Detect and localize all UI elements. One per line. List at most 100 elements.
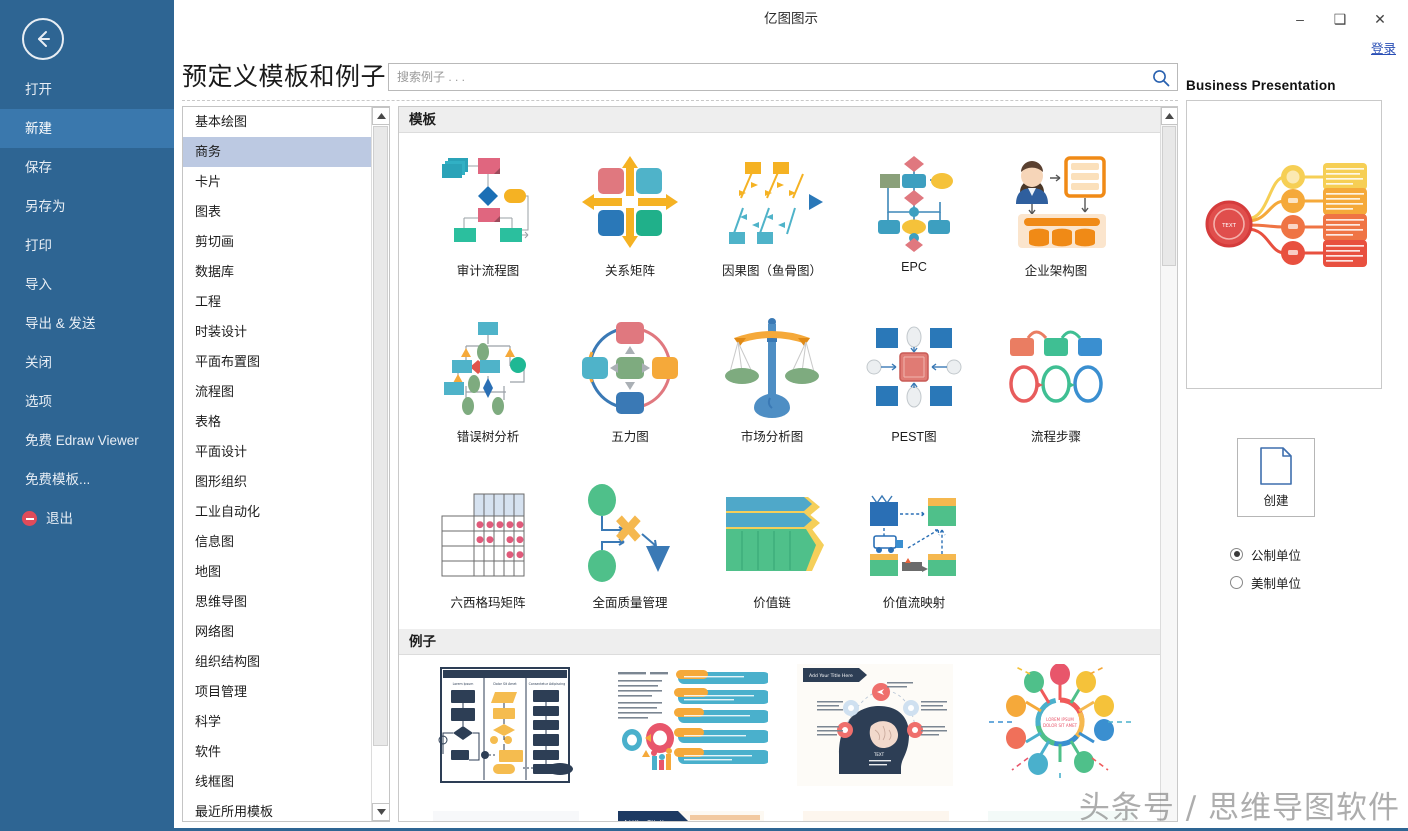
category-item[interactable]: 网络图 (183, 617, 372, 647)
template-label: 企业架构图 (1024, 264, 1088, 278)
category-panel: 基本绘图 商务 卡片 图表 剪切画 数据库 工程 时装设计 平面布置图 流程图 表格 平面设计 图形组织… (182, 106, 390, 822)
minimize-button[interactable]: – (1280, 4, 1320, 34)
category-item[interactable]: 项目管理 (183, 677, 372, 707)
template-card[interactable]: 五力图 (559, 308, 701, 474)
category-item[interactable]: 最近所用模板 (183, 797, 372, 821)
unit-us-option[interactable]: 美制单位 (1230, 568, 1301, 596)
example-thumbnail-partial: Add Your Title Here (982, 809, 1140, 821)
category-scroll-down-button[interactable] (372, 803, 389, 821)
sidebar-item-new[interactable]: 新建 (0, 109, 174, 148)
template-label: 六西格玛矩阵 (450, 596, 526, 610)
category-item[interactable]: 流程图 (183, 377, 372, 407)
template-card[interactable]: 全面质量管理 (559, 474, 701, 640)
example-card[interactable]: Lorem Ipsum Dolor Sit Amet Consectetur Adi… (417, 656, 602, 801)
search-box[interactable] (388, 63, 1178, 91)
svg-text:Add Your Title Here: Add Your Title Here (809, 673, 853, 679)
maximize-button[interactable]: ❑ (1320, 4, 1360, 34)
fault-tree-icon (433, 314, 543, 422)
sidebar-item-open[interactable]: 打开 (0, 70, 174, 109)
sidebar-item-quit[interactable]: 退出 (0, 499, 174, 538)
search-icon[interactable] (1151, 68, 1171, 88)
category-item[interactable]: 卡片 (183, 167, 372, 197)
unit-radio-group: 公制单位 美制单位 (1230, 540, 1301, 596)
example-card[interactable]: Add Your Title Here (417, 801, 602, 821)
new-document-icon (1260, 447, 1292, 485)
category-scroll-thumb[interactable] (373, 126, 388, 746)
sidebar-item-options[interactable]: 选项 (0, 382, 174, 421)
category-item[interactable]: 时装设计 (183, 317, 372, 347)
template-card[interactable]: 错误树分析 (417, 308, 559, 474)
category-item[interactable]: 剪切画 (183, 227, 372, 257)
category-item[interactable]: 线框图 (183, 767, 372, 797)
sidebar-item-save-as[interactable]: 另存为 (0, 187, 174, 226)
category-item[interactable]: 平面布置图 (183, 347, 372, 377)
sidebar-item-export-send[interactable]: 导出 & 发送 (0, 304, 174, 343)
category-item[interactable]: 图表 (183, 197, 372, 227)
template-card[interactable]: 价值链 (701, 474, 843, 640)
main-scroll-thumb[interactable] (1162, 126, 1176, 266)
sidebar-item-close[interactable]: 关闭 (0, 343, 174, 382)
template-card[interactable]: 关系矩阵 (559, 142, 701, 308)
template-label: 价值流映射 (882, 596, 946, 610)
unit-metric-option[interactable]: 公制单位 (1230, 540, 1301, 568)
sidebar-item-import[interactable]: 导入 (0, 265, 174, 304)
category-scroll-up-button[interactable] (372, 107, 389, 125)
example-card[interactable]: LOREM IPSUM DOLOR SIT AMET (972, 656, 1157, 801)
sidebar-item-print[interactable]: 打印 (0, 226, 174, 265)
template-card[interactable]: 价值流映射 (843, 474, 985, 640)
example-card[interactable]: Add Your Title Here (972, 801, 1157, 821)
template-label: EPC (901, 260, 927, 274)
template-card[interactable]: 因果图（鱼骨图） (701, 142, 843, 308)
category-item[interactable]: 软件 (183, 737, 372, 767)
category-item[interactable]: 科学 (183, 707, 372, 737)
category-item[interactable]: 基本绘图 (183, 107, 372, 137)
back-arrow-icon (38, 31, 50, 47)
create-button[interactable]: 创建 (1237, 438, 1315, 517)
template-card[interactable]: 审计流程图 (417, 142, 559, 308)
example-orange-list-infographic-icon (612, 664, 770, 790)
preview-title: Business Presentation (1186, 78, 1336, 93)
category-item[interactable]: 思维导图 (183, 587, 372, 617)
category-item[interactable]: 地图 (183, 557, 372, 587)
example-card[interactable] (602, 656, 787, 801)
template-card[interactable]: ● ● ● ● ● ● ● ● ● ● ● 六西格玛矩阵 (417, 474, 559, 640)
example-card[interactable]: Add Your Title Here (602, 801, 787, 821)
sidebar-item-free-templates[interactable]: 免费模板... (0, 460, 174, 499)
template-card[interactable]: 流程步骤 (985, 308, 1127, 474)
category-item[interactable]: 数据库 (183, 257, 372, 287)
category-item[interactable]: 组织结构图 (183, 647, 372, 677)
login-link[interactable]: 登录 (1371, 38, 1396, 57)
radio-unselected-icon (1230, 575, 1243, 589)
category-item[interactable]: 表格 (183, 407, 372, 437)
template-card[interactable]: EPC (843, 142, 985, 308)
template-card[interactable]: 市场分析图 (701, 308, 843, 474)
category-item[interactable]: 信息图 (183, 527, 372, 557)
pest-icon (859, 314, 969, 422)
category-item[interactable]: 平面设计 (183, 437, 372, 467)
template-card[interactable]: 企业架构图 (985, 142, 1127, 308)
category-item[interactable]: 工程 (183, 287, 372, 317)
category-item[interactable]: 商务 (183, 137, 372, 167)
category-scrollbar[interactable] (371, 107, 389, 821)
window-controls: – ❑ ✕ (1280, 0, 1400, 38)
main-scroll-up-button[interactable] (1161, 107, 1177, 125)
search-input[interactable] (389, 64, 1145, 90)
example-card[interactable]: Add Your Title Here (787, 801, 972, 821)
template-label: 五力图 (611, 430, 649, 444)
category-item[interactable]: 图形组织 (183, 467, 372, 497)
edraw-start-screen: 打开 新建 保存 另存为 打印 导入 导出 & 发送 关闭 选项 免费 Edra… (0, 0, 1408, 831)
svg-text:●: ● (476, 520, 484, 530)
back-button[interactable] (22, 18, 64, 60)
svg-text:●: ● (506, 520, 514, 530)
sidebar-item-save[interactable]: 保存 (0, 148, 174, 187)
page-title: 预定义模板和例子 (182, 63, 387, 91)
close-button[interactable]: ✕ (1360, 4, 1400, 34)
examples-grid: Lorem Ipsum Dolor Sit Amet Consectetur Adi… (399, 656, 1160, 821)
preview-thumbnail: TEXT (1186, 100, 1382, 389)
example-card[interactable]: Add Your Title Here TEXT (787, 656, 972, 801)
template-card[interactable]: PEST图 (843, 308, 985, 474)
main-scrollbar[interactable] (1160, 107, 1177, 821)
sidebar-item-edraw-viewer[interactable]: 免费 Edraw Viewer (0, 421, 174, 460)
example-thumbnail-partial: Add Your Title Here (612, 809, 770, 821)
category-item[interactable]: 工业自动化 (183, 497, 372, 527)
